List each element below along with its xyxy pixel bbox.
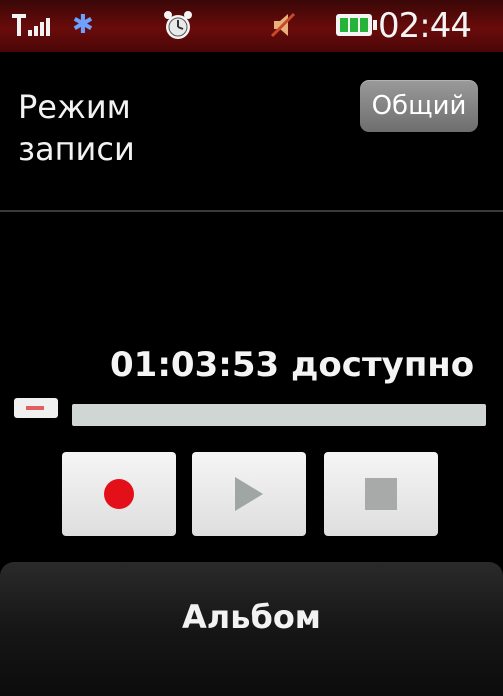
stop-button[interactable] (324, 452, 438, 536)
status-bar: ✱ 02:44 (0, 0, 503, 52)
speaker-icon (268, 8, 298, 42)
album-button-label: Альбом (182, 598, 321, 636)
play-button[interactable] (192, 452, 306, 536)
recording-indicator-icon (14, 398, 58, 418)
record-button[interactable] (62, 452, 176, 536)
status-time: 02:44 (378, 6, 472, 46)
record-icon (104, 479, 134, 509)
recording-mode-button[interactable]: Общий (360, 80, 478, 132)
recording-progress-bar (72, 404, 486, 426)
play-icon (235, 477, 263, 511)
header-divider (0, 210, 503, 212)
page-title: Режим записи (18, 88, 135, 168)
time-available-label: 01:03:53 доступно (110, 345, 475, 385)
stop-icon (365, 478, 397, 510)
album-button[interactable]: Альбом (0, 562, 503, 696)
alarm-clock-icon (160, 8, 196, 42)
signal-strength-icon (10, 8, 54, 42)
battery-icon (334, 8, 378, 42)
bluetooth-icon: ✱ (72, 10, 94, 40)
